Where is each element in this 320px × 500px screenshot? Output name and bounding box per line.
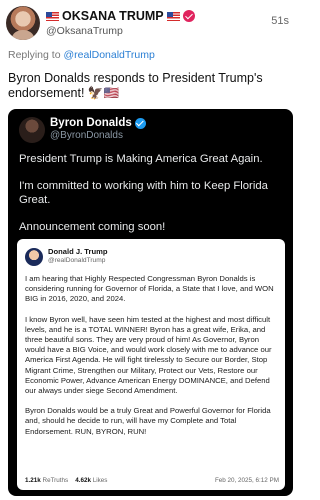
- post: OKSANA TRUMP @OksanaTrump 51s Replying t…: [0, 0, 301, 500]
- quoted-post-stats: 1.21k ReTruths 4.62k Likes Feb 20, 2025,…: [25, 477, 279, 487]
- author-name-text: OKSANA TRUMP: [62, 9, 164, 23]
- replying-prefix: Replying to: [8, 49, 64, 61]
- quoted-post-text: I am hearing that Highly Respected Congr…: [25, 274, 279, 447]
- us-flag-icon: [46, 11, 59, 21]
- post-time[interactable]: 51s: [271, 15, 289, 27]
- likes-label: Likes: [92, 477, 108, 484]
- author-avatar[interactable]: [6, 6, 40, 40]
- us-flag-icon: [166, 11, 180, 21]
- embedded-author-name-text: Byron Donalds: [50, 117, 132, 129]
- embedded-author-name: Byron Donalds: [50, 117, 146, 129]
- quoted-paragraph: I know Byron well, have seen him tested …: [25, 314, 272, 396]
- embedded-author-avatar: [19, 117, 45, 143]
- quoted-post: Donald J. Trump @realDonaldTrump I am he…: [17, 239, 285, 490]
- author-name[interactable]: OKSANA TRUMP: [46, 9, 195, 23]
- verified-badge-icon: [182, 10, 195, 22]
- embedded-paragraph: I'm committed to working with him to Kee…: [19, 180, 268, 206]
- quoted-paragraph: Byron Donalds would be a truly Great and…: [25, 406, 271, 436]
- embedded-post-text: President Trump is Making America Great …: [19, 152, 284, 247]
- reply-target-link[interactable]: @realDonaldTrump: [63, 49, 154, 61]
- quoted-paragraph: I am hearing that Highly Respected Congr…: [25, 274, 274, 304]
- author-handle[interactable]: @OksanaTrump: [46, 25, 123, 37]
- quoted-author-avatar: [25, 248, 43, 266]
- retruths-count: 1.21k: [25, 477, 41, 484]
- replying-to: Replying to @realDonaldTrump: [8, 49, 155, 61]
- embedded-paragraph: President Trump is Making America Great …: [19, 153, 263, 165]
- quoted-post-date: Feb 20, 2025, 6:12 PM: [214, 477, 279, 484]
- embedded-post-image[interactable]: Byron Donalds @ByronDonalds President Tr…: [8, 109, 293, 496]
- embedded-paragraph: Announcement coming soon!: [19, 221, 166, 233]
- retruths-label: ReTruths: [42, 477, 69, 484]
- quoted-author-handle: @realDonaldTrump: [48, 257, 106, 264]
- verified-check-icon: [134, 117, 146, 129]
- embedded-author-handle: @ByronDonalds: [50, 130, 123, 141]
- quoted-author-name: Donald J. Trump: [48, 247, 108, 256]
- likes-count: 4.62k: [75, 477, 91, 484]
- post-text: Byron Donalds responds to President Trum…: [8, 71, 263, 100]
- post-header: OKSANA TRUMP @OksanaTrump 51s: [6, 6, 295, 40]
